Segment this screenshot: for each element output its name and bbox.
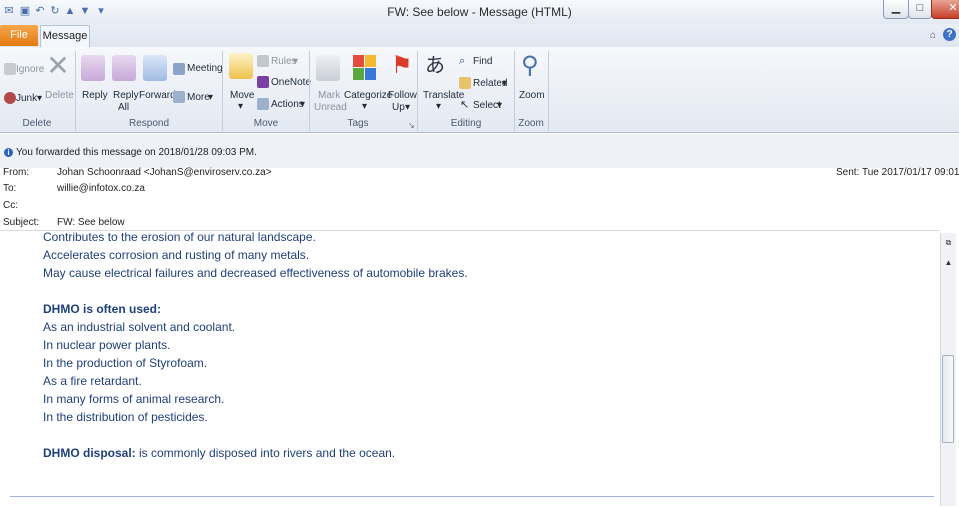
scrollbar-thumb[interactable] — [942, 355, 954, 443]
tab-message[interactable]: Message — [40, 25, 90, 47]
sent-label: Sent: — [836, 167, 860, 178]
forwarded-info-text[interactable]: You forwarded this message on 2018/01/28… — [16, 147, 257, 158]
ribbon: Ignore Junk ▾ ✕ Delete Delete Reply Repl… — [0, 47, 959, 133]
more-respond-icon — [173, 91, 185, 103]
sent-value: Tue 2017/01/17 09:01 AM — [862, 167, 959, 178]
vertical-scrollbar[interactable]: ⧉ ▲ — [940, 233, 956, 506]
tab-file[interactable]: File — [0, 25, 38, 46]
group-label-editing: Editing — [450, 118, 482, 129]
group-label-tags: Tags — [347, 118, 369, 129]
reply-all-button-line1[interactable]: Reply — [113, 90, 139, 102]
group-label-respond: Respond — [128, 118, 170, 129]
window-title: FW: See below - Message (HTML) — [387, 5, 572, 19]
from-label: From: — [3, 167, 30, 178]
follow-up-dropdown-arrow[interactable]: ▾ — [405, 102, 410, 114]
mark-unread-button-line2[interactable]: Unread — [314, 102, 347, 114]
zoom-button[interactable]: Zoom — [519, 90, 545, 102]
more-respond-button[interactable]: More — [187, 92, 210, 104]
mark-unread-icon — [316, 55, 340, 81]
ribbon-tab-row: File Message ⌂ ? — [0, 24, 959, 47]
reply-button[interactable]: Reply — [82, 90, 108, 102]
body-line: In many forms of animal research. — [43, 392, 225, 406]
ignore-icon — [4, 63, 16, 75]
reply-all-icon — [112, 55, 136, 81]
dhmo-disposal-text: is commonly disposed into rivers and the… — [135, 446, 396, 460]
select-dropdown-arrow[interactable]: ▾ — [497, 100, 502, 112]
delete-button[interactable]: Delete — [45, 90, 74, 102]
meeting-icon — [173, 63, 185, 75]
actions-icon — [257, 98, 269, 110]
to-value[interactable]: willie@infotox.co.za — [57, 183, 145, 194]
scroll-up-arrow-icon[interactable]: ▲ — [943, 257, 954, 269]
minimize-ribbon-icon[interactable]: ⌂ — [930, 30, 936, 41]
forward-icon — [143, 55, 167, 81]
to-label: To: — [3, 183, 17, 194]
related-dropdown-arrow[interactable]: ▾ — [502, 78, 507, 90]
forward-button[interactable]: Forward — [139, 90, 176, 102]
rules-dropdown-arrow[interactable]: ▾ — [293, 56, 298, 68]
follow-up-button-line2[interactable]: Up — [392, 102, 405, 114]
info-icon: i — [4, 148, 13, 157]
rules-icon — [257, 55, 269, 67]
more-respond-dropdown-arrow[interactable]: ▾ — [208, 92, 213, 104]
junk-button[interactable]: Junk — [16, 93, 37, 105]
translate-icon: あ — [425, 55, 445, 77]
categorize-button[interactable]: Categorize — [344, 90, 392, 102]
select-cursor-icon: ↖ — [460, 99, 470, 111]
move-dropdown-arrow[interactable]: ▾ — [238, 101, 243, 113]
categorize-dropdown-arrow[interactable]: ▾ — [362, 101, 367, 113]
meeting-button[interactable]: Meeting — [187, 63, 223, 75]
title-bar: ✉ ▣ ↶ ↻ ▲ ▼ ▾ FW: See below - Message (H… — [0, 0, 959, 24]
categorize-icon — [353, 55, 377, 81]
translate-dropdown-arrow[interactable]: ▾ — [436, 101, 441, 113]
delete-icon: ✕ — [46, 50, 70, 81]
junk-dropdown-arrow[interactable]: ▾ — [37, 93, 42, 105]
move-icon — [229, 53, 253, 79]
minimize-button[interactable]: ▁ — [883, 0, 909, 19]
body-line: Contributes to the erosion of our natura… — [43, 230, 316, 244]
body-line: In the production of Styrofoam. — [43, 356, 208, 370]
actions-button[interactable]: Actions — [271, 99, 304, 111]
reply-icon — [81, 55, 105, 81]
reply-all-button-line2[interactable]: All — [118, 102, 129, 114]
body-line: As an industrial solvent and coolant. — [43, 320, 236, 334]
onenote-button[interactable]: OneNote — [271, 77, 311, 89]
scroll-option-icon[interactable]: ⧉ — [943, 237, 954, 249]
find-button[interactable]: Find — [473, 56, 492, 68]
tags-dialog-launcher-icon[interactable]: ↘ — [408, 120, 415, 132]
translate-button[interactable]: Translate — [423, 90, 464, 102]
body-divider — [10, 496, 934, 497]
subject-label: Subject: — [3, 217, 40, 228]
help-icon[interactable]: ? — [943, 28, 956, 41]
body-line: May cause electrical failures and decrea… — [43, 266, 468, 280]
follow-up-flag-icon: ⚑ — [391, 52, 413, 79]
body-line: In nuclear power plants. — [43, 338, 171, 352]
dhmo-used-heading: DHMO is often used: — [43, 302, 162, 316]
related-icon — [459, 77, 471, 89]
maximize-button[interactable]: □ — [908, 0, 932, 19]
zoom-magnifier-icon: ⚲ — [521, 52, 539, 79]
cc-label: Cc: — [3, 200, 18, 211]
onenote-icon — [257, 76, 269, 88]
dhmo-disposal-label: DHMO disposal: — [43, 446, 136, 460]
mark-unread-button-line1[interactable]: Mark — [318, 90, 340, 102]
ignore-button[interactable]: Ignore — [16, 64, 44, 76]
junk-icon — [4, 92, 16, 104]
body-line: As a fire retardant. — [43, 374, 142, 388]
group-divider — [548, 51, 549, 131]
group-label-zoom: Zoom — [518, 118, 544, 129]
group-label-delete: Delete — [22, 118, 52, 129]
dhmo-disposal-line: DHMO disposal: is commonly disposed into… — [43, 446, 395, 460]
body-line: In the distribution of pesticides. — [43, 410, 208, 424]
follow-up-button-line1[interactable]: Follow — [388, 90, 417, 102]
body-line: Accelerates corrosion and rusting of man… — [43, 248, 310, 262]
close-button[interactable]: ✕ — [931, 0, 959, 19]
find-icon: ⌕ — [459, 55, 466, 67]
from-value[interactable]: Johan Schoonraad <JohanS@enviroserv.co.z… — [57, 167, 272, 178]
subject-value: FW: See below — [57, 217, 125, 228]
group-label-move: Move — [253, 118, 279, 129]
actions-dropdown-arrow[interactable]: ▾ — [300, 99, 305, 111]
